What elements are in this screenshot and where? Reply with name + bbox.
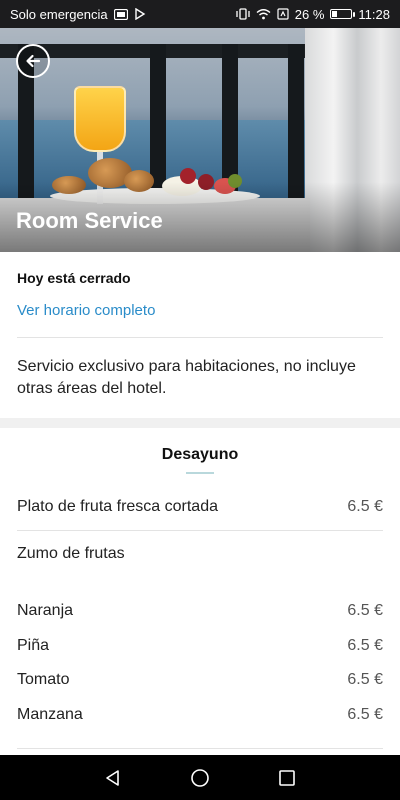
menu-item-price: 6.5 €	[347, 671, 383, 688]
nav-home-button[interactable]	[185, 763, 215, 793]
menu-item-name: Plato de fruta fresca cortada	[17, 498, 218, 515]
page-title: Room Service	[16, 208, 163, 233]
hero-image: Room Service	[0, 28, 400, 252]
divider	[17, 748, 383, 749]
status-left: Solo emergencia	[10, 7, 146, 22]
orange-juice-glass	[74, 86, 126, 152]
menu-item-price: 6.5 €	[347, 498, 383, 515]
nav-back-icon	[106, 769, 120, 786]
status-bar: Solo emergencia 26 % 11:28	[0, 0, 400, 28]
back-arrow-icon	[26, 54, 41, 68]
hours-section: Hoy está cerrado Ver horario completo	[0, 270, 400, 320]
nav-recents-button[interactable]	[272, 763, 302, 793]
section-gap	[0, 418, 400, 428]
content[interactable]: Hoy está cerrado Ver horario completo Se…	[0, 252, 400, 755]
nav-home-icon	[191, 768, 209, 787]
menu-item-price: 6.5 €	[347, 705, 383, 723]
battery-icon	[330, 9, 356, 19]
view-hours-link[interactable]: Ver horario completo	[17, 302, 155, 319]
carrier-label: Solo emergencia	[10, 6, 108, 22]
menu-item-price: 6.5 €	[347, 602, 383, 619]
menu-item[interactable]: Naranja 6.5 €	[0, 594, 400, 628]
wifi-icon	[256, 8, 271, 20]
menu-item[interactable]: Zumo de frutas	[0, 531, 400, 577]
status-label: Hoy está cerrado	[17, 270, 131, 286]
menu-item-price: 6.5 €	[347, 636, 383, 654]
menu-item-name: Tomato	[17, 671, 70, 688]
battery-percent: 26 %	[294, 6, 325, 22]
menu-item[interactable]: Plato de fruta fresca cortada 6.5 €	[0, 484, 400, 530]
data-icon	[134, 8, 146, 20]
title-underline	[186, 472, 214, 474]
menu-item-name: Naranja	[17, 602, 74, 619]
nav-back-button[interactable]	[98, 763, 128, 793]
divider	[17, 337, 383, 338]
nav-recents-icon	[278, 769, 295, 786]
menu-section-title: Desayuno	[161, 446, 239, 463]
menu-item-name: Zumo de frutas	[17, 545, 125, 562]
navigation-bar	[0, 755, 400, 800]
menu-item-name: Manzana	[17, 705, 83, 723]
back-button[interactable]	[16, 44, 50, 78]
clock: 11:28	[358, 6, 390, 22]
menu-item[interactable]: Tomato 6.5 €	[0, 663, 400, 697]
vibrate-icon	[236, 8, 250, 20]
signal-icon	[277, 8, 289, 20]
menu-item[interactable]: Manzana 6.5 €	[0, 697, 400, 732]
menu-item[interactable]: Piña 6.5 €	[0, 628, 400, 663]
status-right: 26 % 11:28	[236, 7, 390, 22]
sim-icon	[113, 8, 128, 20]
battery-level	[332, 11, 338, 17]
description: Servicio exclusivo para habitaciones, no…	[17, 358, 356, 397]
menu-item-name: Piña	[17, 636, 50, 654]
